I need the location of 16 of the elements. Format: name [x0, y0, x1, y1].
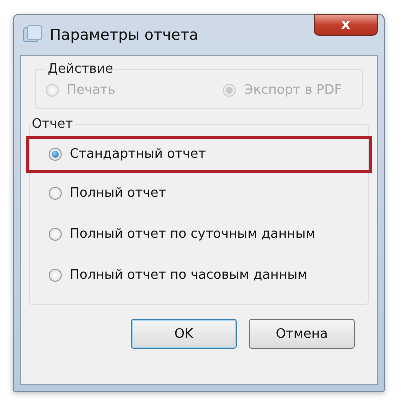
radio-button[interactable]	[49, 148, 62, 161]
radio-button[interactable]	[49, 269, 62, 282]
radio-button[interactable]	[49, 228, 62, 241]
option-label: Полный отчет по часовым данным	[70, 268, 308, 283]
option-label: Печать	[67, 83, 116, 98]
window-title: Параметры отчета	[50, 26, 200, 44]
option-label: Полный отчет по суточным данным	[70, 227, 316, 242]
radio-button[interactable]	[49, 187, 62, 200]
option-label: Стандартный отчет	[70, 147, 206, 162]
option-label: Полный отчет	[70, 186, 166, 201]
group-title: Действие	[47, 62, 114, 77]
dialog-button[interactable]: Отмена	[249, 319, 355, 349]
option-label: Экспорт в PDF	[244, 83, 342, 98]
group-title: Отчет	[31, 117, 74, 132]
close-button[interactable]: x	[314, 14, 378, 36]
dialog-button[interactable]: OK	[131, 319, 237, 349]
